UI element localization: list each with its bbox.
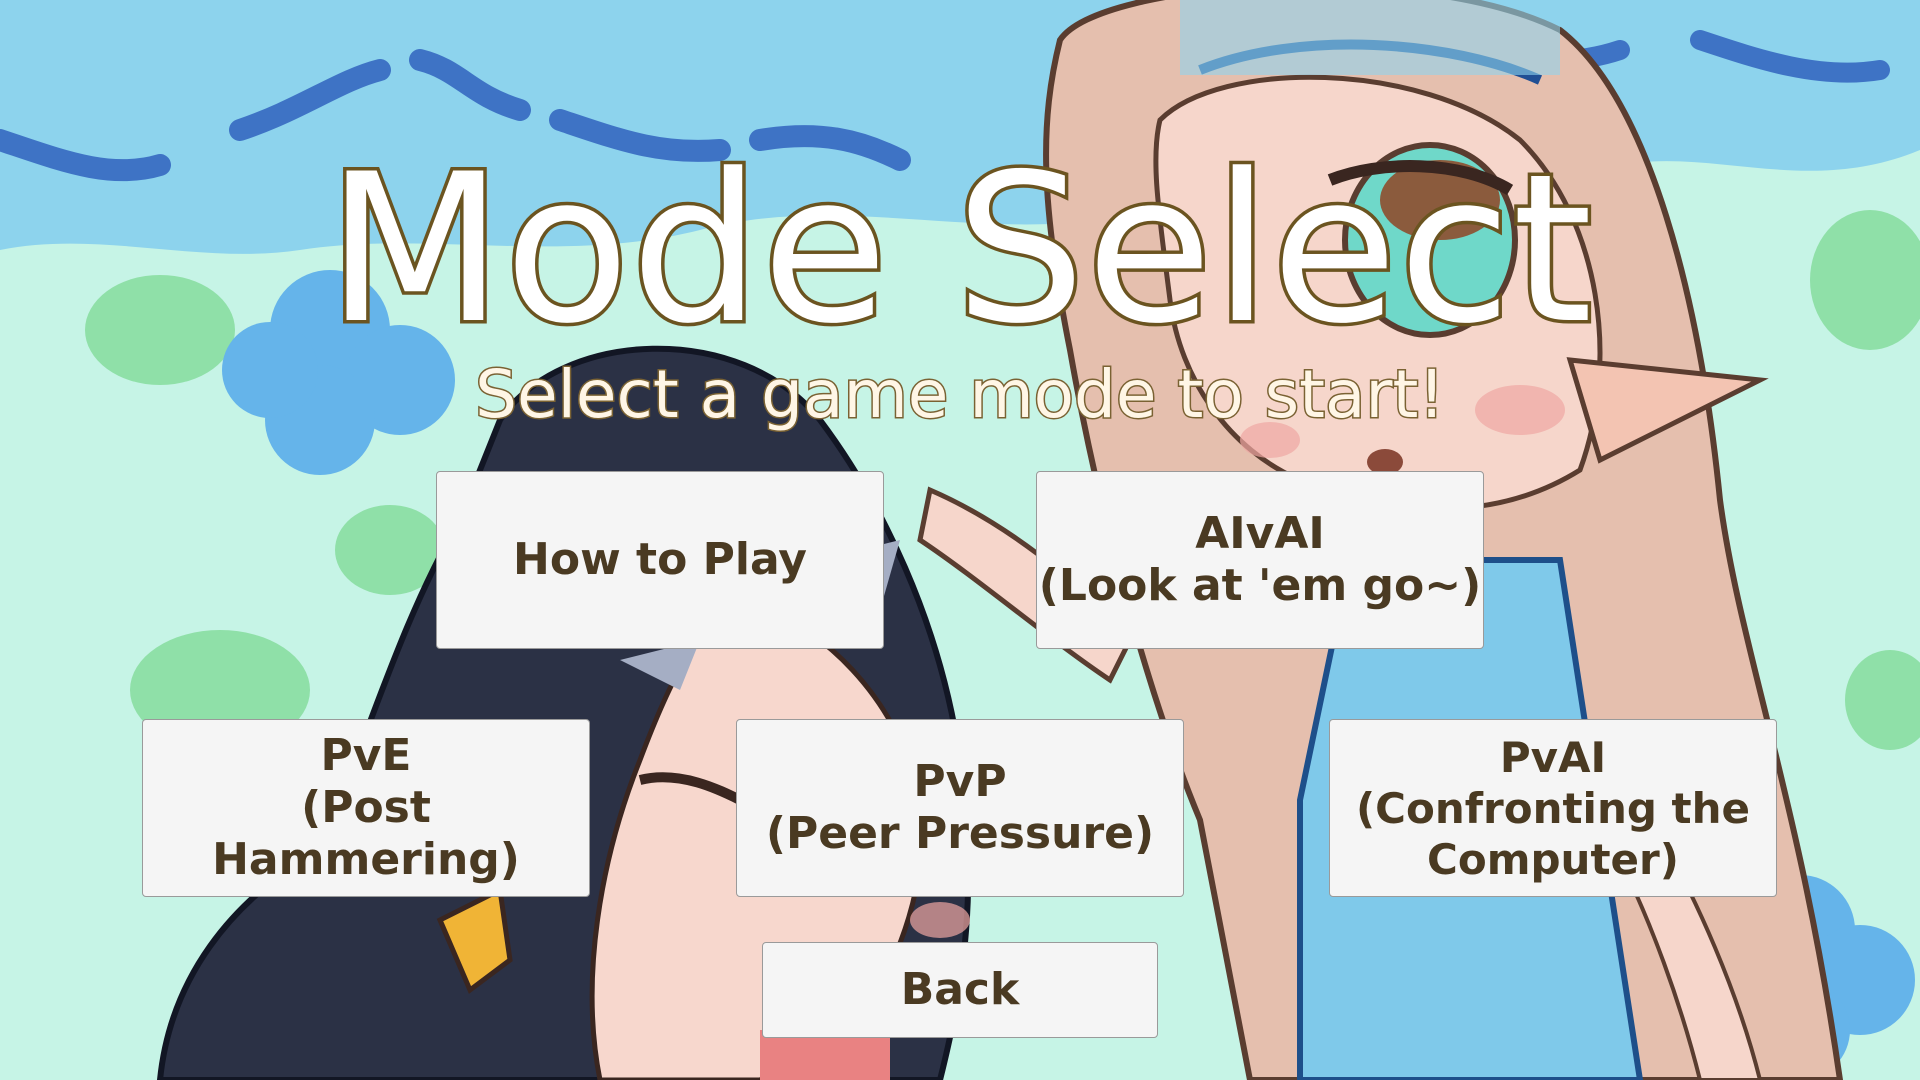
pvp-mode-button[interactable]: PvP (Peer Pressure) xyxy=(736,719,1184,897)
page-subtitle: Select a game mode to start! xyxy=(474,355,1447,435)
back-button[interactable]: Back xyxy=(762,942,1158,1038)
pvai-mode-button[interactable]: PvAI (Confronting the Computer) xyxy=(1329,719,1777,897)
pve-mode-button[interactable]: PvE (Post Hammering) xyxy=(142,719,590,897)
aivai-mode-button[interactable]: AIvAI (Look at 'em go~) xyxy=(1036,471,1484,649)
how-to-play-button[interactable]: How to Play xyxy=(436,471,884,649)
page-title: Mode Select xyxy=(323,131,1596,369)
